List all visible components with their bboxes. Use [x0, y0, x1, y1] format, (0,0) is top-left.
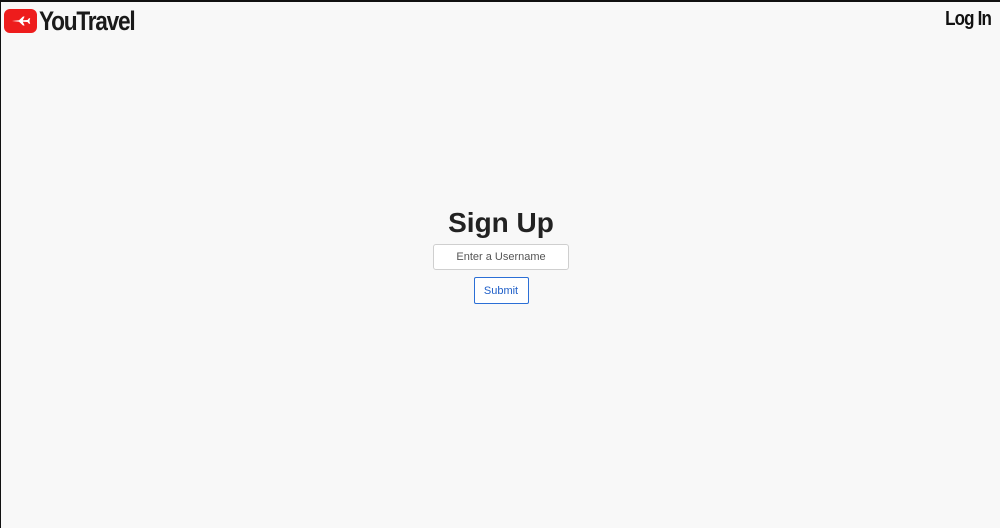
- page-title: Sign Up: [448, 207, 554, 238]
- submit-button[interactable]: Submit: [473, 277, 529, 304]
- login-link[interactable]: Log In: [945, 8, 992, 31]
- logo-text: YouTravel: [39, 6, 136, 36]
- airplane-icon: [4, 9, 37, 33]
- youtravel-logo-link[interactable]: YouTravel: [4, 7, 153, 35]
- signup-form: Sign Up Submit: [1, 205, 1000, 304]
- top-header: YouTravel Log In: [1, 2, 1000, 42]
- username-input[interactable]: [433, 244, 569, 270]
